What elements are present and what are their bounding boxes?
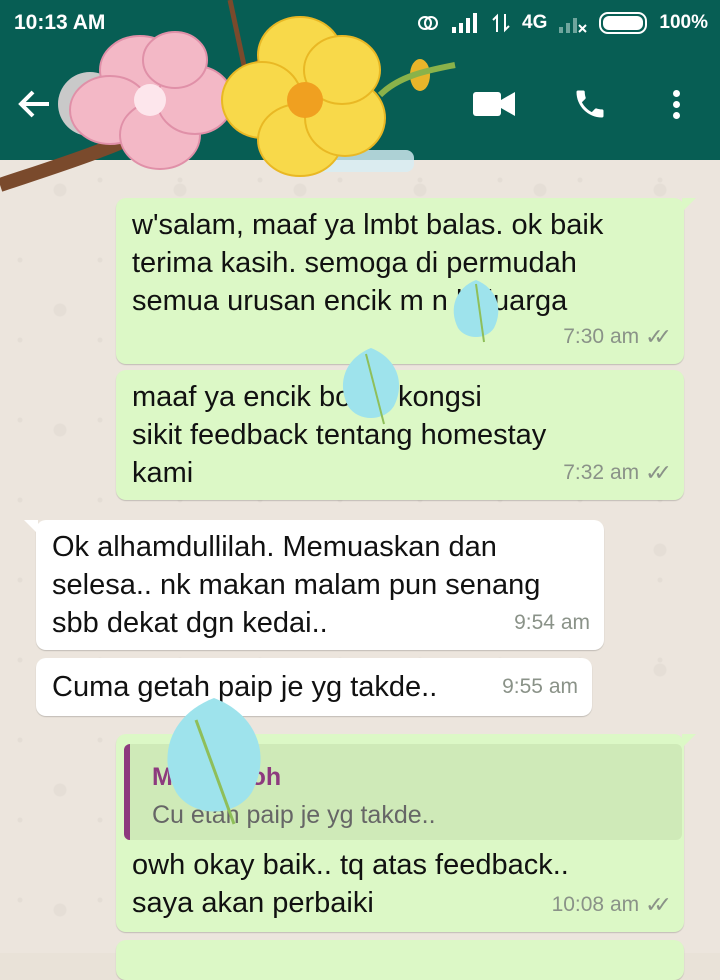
status-bar: 10:13 AM 4G 100% [0,0,720,48]
message-bubble-outgoing[interactable]: maaf ya encik boleh kongsi sikit feedbac… [116,370,684,500]
network-type: 4G [522,12,548,33]
status-time: 10:13 AM [14,11,106,34]
more-vert-icon [672,86,680,123]
quoted-author: M zli - Ipoh [152,763,282,791]
avatar[interactable] [58,72,122,136]
message-bubble-outgoing[interactable]: w'salam, maaf ya lmbt balas. ok baik ter… [116,198,696,364]
bubble-tail [682,198,696,212]
message-meta: 10:08 am ✓✓ [551,886,672,924]
message-text: owh okay baik.. tq atas feedback.. saya … [132,849,569,919]
message-time: 9:54 am [514,611,590,634]
battery-level: 100% [659,12,708,33]
sync-icon [418,16,439,30]
message-bubble-incoming[interactable]: Cuma getah paip je yg takde.. 9:55 am [36,658,592,716]
message-bubble-outgoing[interactable] [116,940,684,980]
message-meta: 9:55 am [502,668,578,706]
message-meta: 7:32 am ✓✓ [563,454,672,492]
message-time: 9:55 am [502,675,578,698]
read-ticks-icon: ✓✓ [645,324,672,349]
back-arrow-icon [18,90,49,118]
battery-icon [599,12,648,34]
no-signal-icon [559,18,588,33]
video-call-button[interactable] [470,80,518,128]
message-text: Cuma getah paip je yg takde.. [52,671,438,703]
data-transfer-icon [492,13,510,33]
bubble-tail [682,734,696,748]
message-bubble-incoming[interactable]: Ok alhamdullilah. Memuaskan dan selesa..… [24,520,604,650]
date-chip [304,150,414,172]
read-ticks-icon: ✓✓ [645,460,672,485]
voice-call-button[interactable] [566,80,614,128]
message-time: 7:30 am [563,325,640,348]
read-ticks-icon: ✓✓ [645,892,672,917]
quoted-text: Cu etah paip je yg takde.. [152,801,436,829]
message-text: w'salam, maaf ya lmbt balas. ok baik ter… [132,209,604,317]
back-button[interactable] [10,80,58,128]
message-text: maaf ya encik boleh kongsi sikit feedbac… [132,381,547,489]
contact-name[interactable]: oh [330,86,367,120]
video-call-icon [473,92,515,116]
signal-icon [452,13,478,33]
quoted-message[interactable]: M zli - Ipoh Cu etah paip je yg takde.. [124,744,682,840]
bubble-tail [24,520,38,534]
message-meta: 9:54 am [514,604,590,642]
message-text: Ok alhamdullilah. Memuaskan dan selesa..… [52,531,541,639]
chat-header: oh [0,48,720,160]
phone-icon [576,90,604,118]
message-bubble-outgoing[interactable]: M zli - Ipoh Cu etah paip je yg takde.. … [116,734,696,932]
more-options-button[interactable] [652,80,700,128]
message-time: 7:32 am [563,461,640,484]
status-indicators: 4G 100% [416,11,708,35]
message-time: 10:08 am [551,893,640,916]
message-meta: 7:30 am ✓✓ [563,318,672,356]
